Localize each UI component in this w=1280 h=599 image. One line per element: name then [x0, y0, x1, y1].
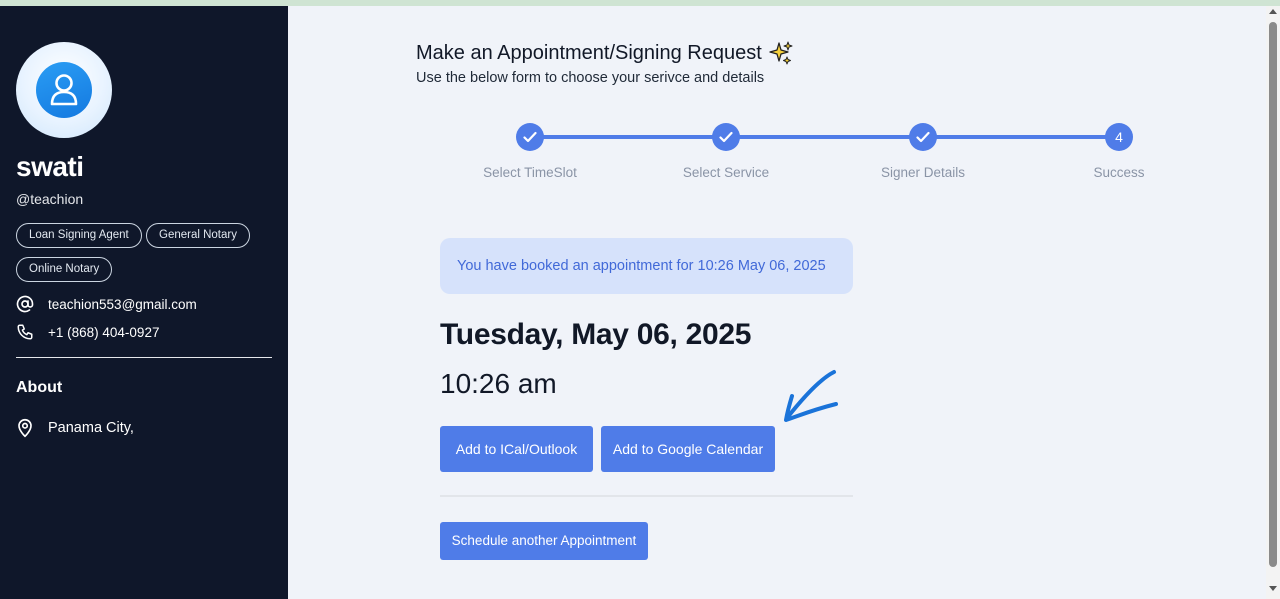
- profile-handle: @teachion: [16, 191, 84, 207]
- annotation-arrow-icon: [784, 370, 838, 422]
- contact-phone[interactable]: +1 (868) 404-0927: [16, 323, 159, 341]
- schedule-another-appointment-button[interactable]: Schedule another Appointment: [440, 522, 648, 560]
- step-3-check: [909, 123, 937, 151]
- avatar: [16, 42, 112, 138]
- progress-stepper: 4 Select TimeSlot Select Service Signer …: [288, 6, 1266, 206]
- map-pin-icon: [18, 418, 32, 438]
- check-icon: [916, 131, 930, 143]
- tag-general-notary: General Notary: [146, 223, 250, 248]
- appointment-time: 10:26 am: [440, 368, 557, 399]
- scroll-up-icon[interactable]: [1269, 9, 1277, 14]
- step-4-number: 4: [1105, 123, 1133, 151]
- step-2-check: [712, 123, 740, 151]
- content-divider: [440, 495, 853, 497]
- about-title: About: [16, 379, 63, 396]
- tag-online-notary: Online Notary: [16, 257, 113, 282]
- tag-loan-signing-agent: Loan Signing Agent: [16, 223, 142, 248]
- add-to-google-calendar-button[interactable]: Add to Google Calendar: [601, 426, 775, 472]
- user-icon: [36, 62, 92, 118]
- step-label-service: Select Service: [682, 165, 770, 180]
- profile-name: swati: [16, 151, 84, 182]
- step-label-signer: Signer Details: [880, 165, 966, 180]
- add-to-ical-outlook-button[interactable]: Add to ICal/Outlook: [440, 426, 593, 472]
- contact-email[interactable]: teachion553@gmail.com: [16, 295, 197, 313]
- phone-text: +1 (868) 404-0927: [48, 324, 160, 340]
- scroll-thumb[interactable]: [1269, 22, 1277, 567]
- at-icon: [16, 295, 34, 313]
- location: Panama City,: [16, 418, 134, 438]
- page-scrollbar[interactable]: [1266, 6, 1280, 599]
- main-content: Make an Appointment/Signing Request Use …: [288, 6, 1266, 599]
- check-icon: [719, 131, 733, 143]
- appointment-date: Tuesday, May 06, 2025: [440, 318, 752, 351]
- profile-sidebar: swati @teachion Loan Signing Agent Gener…: [0, 6, 288, 599]
- step-label-timeslot: Select TimeSlot: [483, 165, 577, 180]
- phone-icon: [17, 324, 33, 340]
- step-connector: [923, 135, 1119, 139]
- email-text: teachion553@gmail.com: [48, 296, 197, 312]
- booking-notice: You have booked an appointment for 10:26…: [440, 238, 853, 294]
- location-text: Panama City,: [48, 420, 134, 436]
- check-icon: [523, 131, 537, 143]
- scroll-down-icon[interactable]: [1269, 586, 1277, 591]
- step-label-success: Success: [1093, 165, 1145, 180]
- step-connector: [530, 135, 726, 139]
- step-1-check: [516, 123, 544, 151]
- step-connector: [726, 135, 923, 139]
- sidebar-divider: [16, 357, 272, 358]
